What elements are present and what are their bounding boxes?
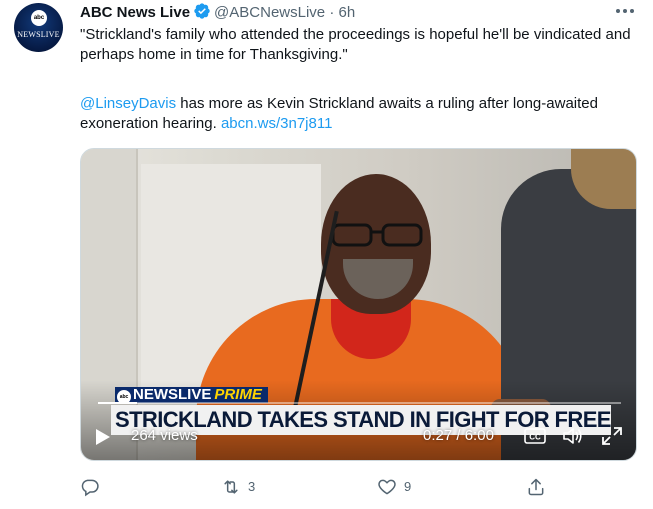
retweet-icon — [224, 479, 238, 494]
volume-icon[interactable] — [562, 426, 584, 451]
retweet-button[interactable]: 3 — [220, 475, 255, 499]
video-time-total: 6:00 — [464, 427, 494, 444]
view-count: 264 views — [131, 427, 198, 444]
video-time-current: 0:27 — [423, 427, 453, 444]
avatar-abc-logo: abc — [31, 10, 47, 26]
play-icon[interactable] — [95, 428, 111, 451]
more-icon[interactable] — [614, 6, 636, 16]
video-time: 0:27 / 6:00 — [423, 426, 494, 446]
share-button[interactable] — [526, 475, 546, 499]
news-banner-brand: abc NEWSLIVE PRIME — [115, 386, 268, 404]
reply-button[interactable] — [80, 475, 106, 499]
share-icon — [528, 478, 544, 495]
banner-prime-text: PRIME — [214, 386, 262, 403]
closed-captions-label: CC — [529, 433, 541, 442]
author-handle[interactable]: @ABCNewsLive — [214, 4, 325, 21]
tweet-timestamp[interactable]: 6h — [338, 4, 355, 21]
banner-brand-text: NEWSLIVE — [133, 386, 212, 403]
tweet-actions: 3 9 — [80, 475, 640, 499]
video-player[interactable]: abc NEWSLIVE PRIME STRICKLAND TAKES STAND … — [80, 148, 637, 461]
video-time-separator: / — [452, 427, 465, 444]
avatar-brand-text: NEWSLIVE — [17, 30, 60, 39]
article-link[interactable]: abcn.ws/3n7j811 — [221, 115, 332, 132]
tweet-text-quote: "Strickland's family who attended the pr… — [80, 26, 631, 63]
mention-link[interactable]: @LinseyDavis — [80, 95, 176, 112]
header-separator: · — [329, 4, 335, 21]
tweet-header: ABC News Live @ABCNewsLive · 6h — [80, 2, 355, 22]
author-name[interactable]: ABC News Live — [80, 4, 190, 21]
retweet-count: 3 — [248, 478, 256, 494]
closed-captions-icon[interactable]: CC — [524, 428, 546, 449]
like-icon — [378, 479, 396, 494]
video-controls: 264 views 0:27 / 6:00 CC — [81, 422, 636, 450]
tweet-text-body: @LinseyDavis has more as Kevin Stricklan… — [80, 94, 640, 134]
fullscreen-icon[interactable] — [601, 426, 623, 451]
reply-icon — [81, 479, 99, 496]
video-progress-fill — [98, 402, 138, 404]
verified-badge-icon — [193, 2, 211, 26]
like-count: 9 — [404, 478, 412, 494]
video-progress-bar[interactable] — [98, 402, 621, 404]
like-button[interactable]: 9 — [376, 475, 411, 499]
avatar[interactable]: abc NEWSLIVE — [14, 3, 63, 52]
